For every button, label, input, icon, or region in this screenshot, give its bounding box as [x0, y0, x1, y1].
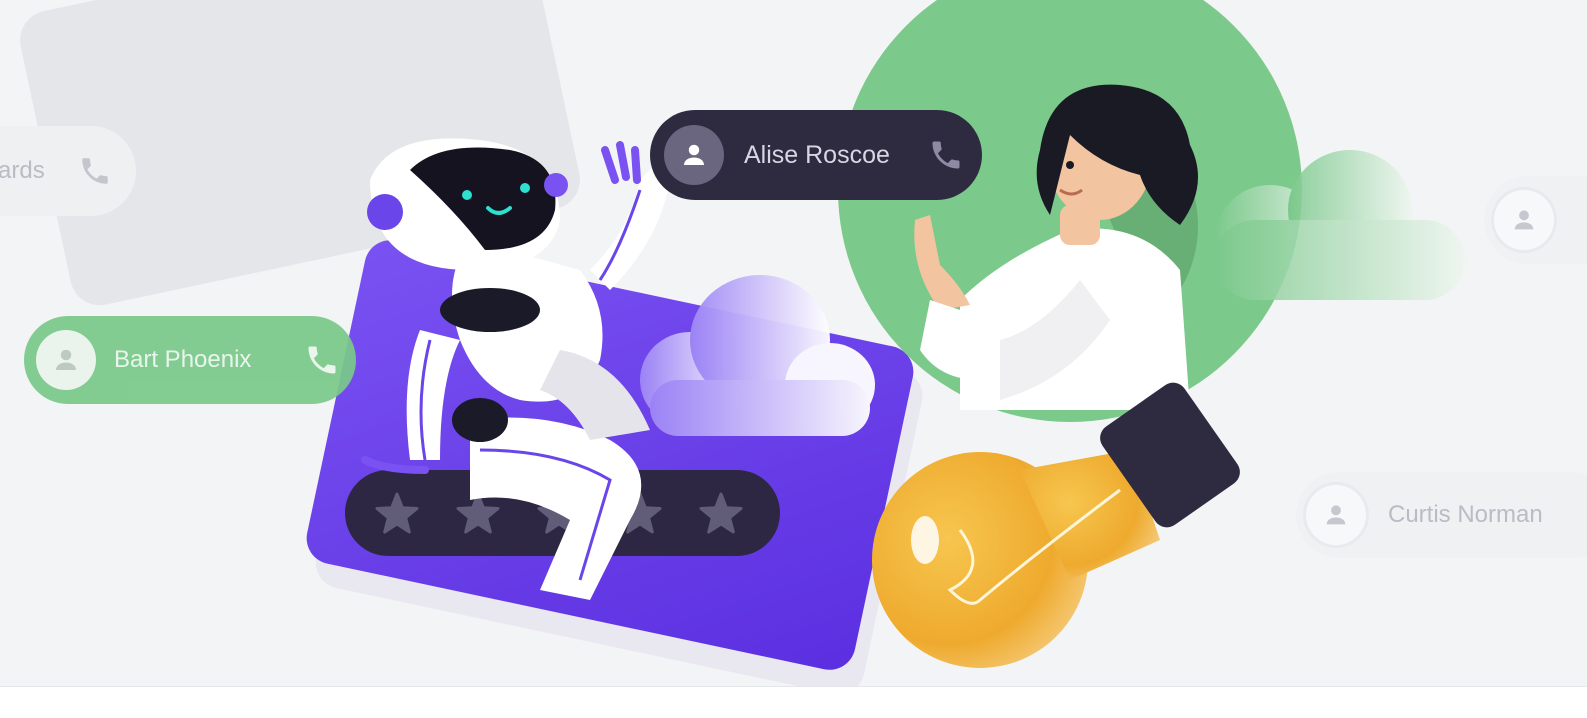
contact-name: Alise Roscoe — [744, 140, 890, 169]
contact-pill-bart[interactable]: Bart Phoenix — [24, 316, 356, 404]
avatar — [36, 330, 96, 390]
cloud — [640, 275, 875, 436]
user-icon — [684, 144, 704, 165]
contact-name: Curtis Norman — [1388, 501, 1543, 528]
avatar — [664, 125, 724, 185]
avatar — [1494, 190, 1554, 250]
phone-icon[interactable] — [78, 154, 112, 188]
contact-pill-alise[interactable]: Alise Roscoe — [650, 110, 982, 200]
contact-name: ards — [0, 157, 45, 184]
bottom-bar — [0, 686, 1587, 718]
contact-pill-partial[interactable] — [1484, 176, 1587, 264]
illustration-scene: ards Alise Roscoe Bart Phoenix Curtis No… — [0, 0, 1587, 718]
phone-icon[interactable] — [928, 137, 964, 173]
contact-pill-curtis[interactable]: Curtis Norman — [1296, 472, 1587, 558]
user-icon — [56, 349, 76, 370]
contact-pill-edwards[interactable]: ards — [0, 126, 136, 216]
phone-icon[interactable] — [304, 342, 340, 378]
contact-name: Bart Phoenix — [114, 346, 252, 373]
avatar — [1306, 485, 1366, 545]
user-icon — [1514, 210, 1534, 230]
user-icon — [1326, 505, 1346, 525]
